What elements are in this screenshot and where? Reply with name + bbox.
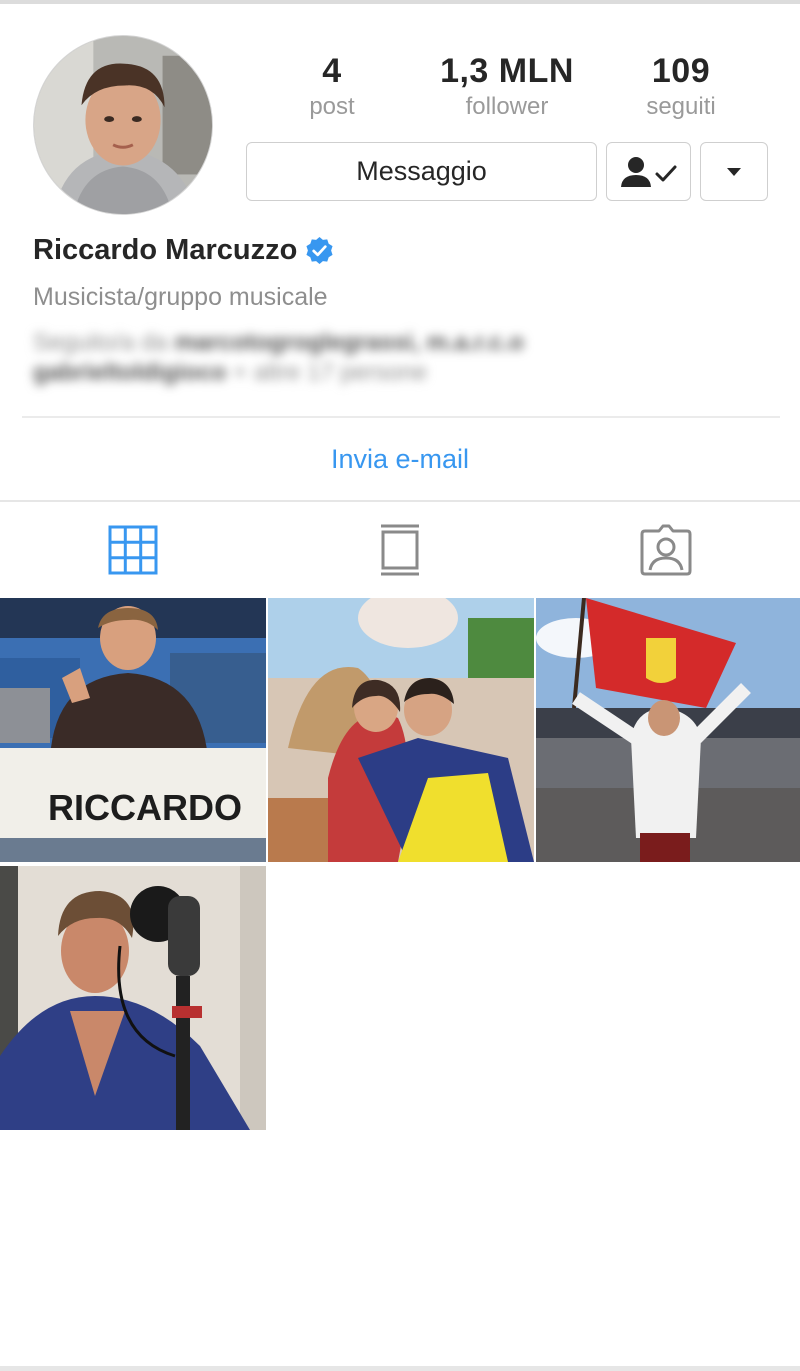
post-image	[268, 598, 534, 862]
followed-by-suffix: + altre 17 persone	[226, 359, 428, 386]
send-email-link[interactable]: Invia e-mail	[0, 444, 800, 475]
post-image	[0, 866, 266, 1130]
following-button[interactable]	[606, 142, 691, 201]
following-count: 109	[651, 52, 711, 90]
verified-badge-icon	[306, 236, 333, 265]
stat-posts[interactable]: 4 post	[247, 52, 417, 122]
posts-count: 4	[322, 52, 342, 90]
followed-by-text[interactable]: Seguito/a da marcotogroglegrassi, m.a.r.…	[33, 328, 593, 388]
tab-grid[interactable]	[103, 520, 163, 580]
feed-icon	[381, 524, 419, 576]
profile-avatar[interactable]	[33, 35, 213, 215]
followed-by-name-2[interactable]: gabrieltoldigioco	[33, 359, 226, 386]
following-label: seguiti	[646, 93, 716, 120]
post-image	[536, 598, 800, 862]
person-check-icon	[620, 156, 676, 187]
divider	[0, 500, 800, 502]
post-thumbnail[interactable]: RICCARDO	[0, 598, 266, 862]
followed-by-prefix: Seguito/a da	[33, 329, 175, 356]
top-border	[0, 0, 800, 4]
more-options-button[interactable]	[700, 142, 768, 201]
post-caption-text: RICCARDO	[48, 787, 242, 828]
dropdown-triangle-icon	[727, 167, 741, 176]
tab-feed[interactable]	[370, 520, 430, 580]
profile-name: Riccardo Marcuzzo	[33, 234, 298, 266]
grid-icon	[108, 525, 158, 575]
avatar-photo	[34, 36, 212, 214]
bottom-border	[0, 1366, 800, 1371]
profile-category: Musicista/gruppo musicale	[33, 283, 328, 311]
followed-by-names[interactable]: marcotogroglegrassi, m.a.r.c.o	[174, 329, 523, 356]
post-thumbnail[interactable]	[536, 598, 800, 862]
post-thumbnail[interactable]	[268, 598, 534, 862]
message-button[interactable]: Messaggio	[246, 142, 597, 201]
stat-following[interactable]: 109 seguiti	[596, 52, 766, 122]
post-image: RICCARDO	[0, 598, 266, 862]
tagged-icon	[640, 524, 692, 576]
divider	[22, 416, 780, 418]
followers-count: 1,3 MLN	[440, 52, 574, 90]
posts-label: post	[309, 93, 355, 120]
tab-tagged[interactable]	[636, 520, 696, 580]
post-thumbnail[interactable]	[0, 866, 266, 1130]
stat-followers[interactable]: 1,3 MLN follower	[422, 52, 592, 122]
profile-name-row: Riccardo Marcuzzo	[33, 234, 334, 267]
followers-label: follower	[465, 93, 549, 120]
